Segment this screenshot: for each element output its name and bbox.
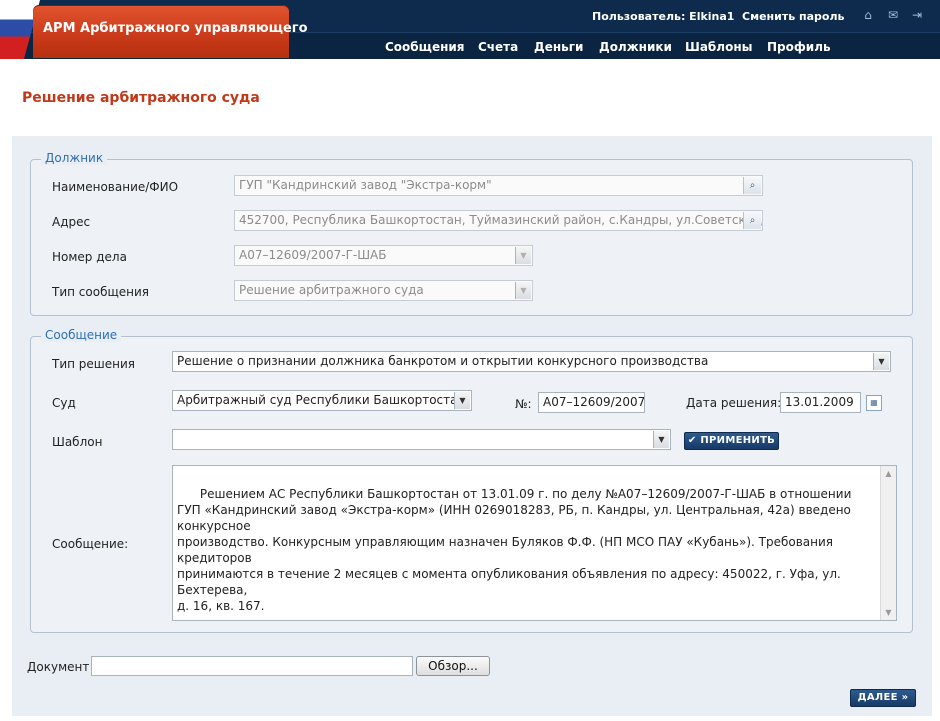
message-text-label: Сообщение:: [52, 537, 129, 551]
browse-button[interactable]: Обзор...: [416, 656, 490, 676]
decision-number-input[interactable]: А07–12609/2007-: [538, 392, 645, 413]
court-label: Суд: [52, 396, 76, 410]
next-button[interactable]: ДАЛЕЕ »: [850, 689, 916, 707]
message-type-select: Решение арбитражного суда ▼: [234, 280, 533, 301]
menu-debtors[interactable]: Должники: [599, 40, 672, 54]
home-icon[interactable]: ⌂: [861, 9, 875, 22]
message-type-label: Тип сообщения: [52, 285, 150, 299]
message-text-value: Решением АС Республики Башкортостан от 1…: [177, 487, 852, 613]
template-label: Шаблон: [52, 435, 103, 449]
decision-date-value: 13.01.2009: [785, 395, 854, 409]
menu-templates[interactable]: Шаблоны: [685, 40, 752, 54]
app-title: АРМ Арбитражного управляющего: [43, 21, 308, 36]
number-label: №:: [515, 397, 532, 411]
debtor-fieldset: Должник Наименование/ФИО ГУП "Кандрински…: [30, 151, 913, 316]
app-brand-tab: АРМ Арбитражного управляющего: [33, 5, 308, 58]
apply-button[interactable]: ✔ ПРИМЕНИТЬ: [684, 432, 779, 450]
address-field[interactable]: 452700, Республика Башкортостан, Туймази…: [234, 210, 763, 231]
court-select[interactable]: Арбитражный суд Республики Башкортостан …: [172, 390, 472, 411]
chevron-down-icon[interactable]: ▼: [873, 353, 889, 370]
decision-type-value: Решение о признании должника банкротом и…: [177, 354, 709, 368]
address-label: Адрес: [52, 215, 91, 229]
chevron-down-icon[interactable]: ▼: [653, 431, 669, 448]
template-select[interactable]: ▼: [172, 429, 671, 450]
textarea-scrollbar[interactable]: ▲ ▼: [880, 466, 896, 620]
case-number-label: Номер дела: [52, 250, 127, 264]
debtor-legend: Должник: [41, 151, 108, 165]
decision-date-label: Дата решения:: [686, 396, 782, 410]
mail-icon[interactable]: ✉: [886, 9, 900, 22]
chevron-down-icon[interactable]: ▼: [454, 392, 470, 409]
message-legend: Сообщение: [41, 328, 122, 342]
document-file-input[interactable]: [91, 656, 413, 676]
case-number-value: А07–12609/2007-Г-ШАБ: [239, 248, 387, 262]
message-textarea[interactable]: Решением АС Республики Башкортостан от 1…: [172, 465, 897, 621]
search-icon[interactable]: ⌕: [743, 177, 761, 194]
scroll-down-icon[interactable]: ▼: [881, 605, 896, 620]
message-type-value: Решение арбитражного суда: [239, 283, 424, 297]
chevron-down-icon: ▼: [515, 282, 531, 299]
menu-messages[interactable]: Сообщения: [385, 40, 464, 54]
case-number-select: А07–12609/2007-Г-ШАБ ▼: [234, 245, 533, 266]
debtor-name-label: Наименование/ФИО: [52, 180, 179, 194]
scroll-up-icon[interactable]: ▲: [881, 466, 896, 481]
check-icon: ✔: [687, 435, 697, 446]
address-value: 452700, Республика Башкортостан, Туймази…: [239, 213, 763, 227]
decision-type-select[interactable]: Решение о признании должника банкротом и…: [172, 351, 891, 372]
page-title: Решение арбитражного суда: [22, 90, 260, 106]
double-chevron-right-icon: »: [901, 692, 909, 703]
debtor-name-value: ГУП "Кандринский завод "Экстра-корм": [239, 178, 492, 192]
decision-date-input[interactable]: 13.01.2009: [780, 392, 861, 413]
change-password-link[interactable]: Сменить пароль: [742, 10, 844, 23]
menu-profile[interactable]: Профиль: [767, 40, 831, 54]
chevron-down-icon: ▼: [515, 247, 531, 264]
document-label: Документ: [27, 660, 90, 674]
calendar-icon[interactable]: ▦: [866, 395, 882, 411]
decision-number-value: А07–12609/2007-: [543, 395, 645, 409]
search-icon[interactable]: ⌕: [743, 212, 761, 229]
apply-button-label: ПРИМЕНИТЬ: [700, 435, 776, 446]
next-button-label: ДАЛЕЕ: [857, 692, 898, 703]
menu-money[interactable]: Деньги: [534, 40, 583, 54]
logout-icon[interactable]: ⇥: [910, 9, 924, 22]
user-label: Пользователь: Elkina1: [592, 10, 735, 23]
form-panel: Должник Наименование/ФИО ГУП "Кандрински…: [12, 136, 932, 716]
message-fieldset: Сообщение Тип решения Решение о признани…: [30, 328, 913, 633]
court-value: Арбитражный суд Республики Башкортостан: [177, 393, 466, 407]
debtor-name-field[interactable]: ГУП "Кандринский завод "Экстра-корм" ⌕: [234, 175, 763, 196]
decision-type-label: Тип решения: [52, 357, 136, 371]
menu-accounts[interactable]: Счета: [478, 40, 518, 54]
